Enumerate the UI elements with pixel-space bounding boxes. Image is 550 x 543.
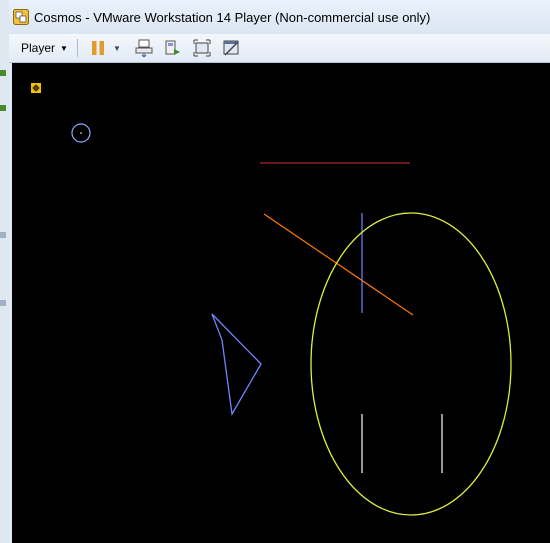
toolbar: Player ▼ ▼ [9, 34, 550, 63]
diagonal-line [263, 213, 414, 316]
triangle [211, 313, 262, 416]
title-bar[interactable]: Cosmos - VMware Workstation 14 Player (N… [9, 0, 550, 34]
background-mark [0, 105, 6, 111]
circle-center-dot [80, 132, 82, 134]
player-menu-label: Player [21, 41, 56, 55]
vmware-player-window: Cosmos - VMware Workstation 14 Player (N… [9, 0, 550, 543]
pause-icon[interactable] [89, 39, 107, 57]
full-screen-icon[interactable] [193, 39, 211, 57]
send-ctrl-alt-del-icon[interactable] [135, 39, 153, 57]
chevron-down-icon: ▼ [60, 43, 68, 53]
window-title: Cosmos - VMware Workstation 14 Player (N… [34, 10, 431, 25]
chevron-down-icon[interactable]: ▼ [113, 44, 121, 53]
background-mark [0, 300, 6, 306]
background-window-strip [0, 0, 9, 543]
cursor-icon [31, 83, 41, 93]
vm-canvas[interactable] [12, 63, 550, 543]
toolbar-separator [77, 39, 78, 57]
player-menu-button[interactable]: Player ▼ [17, 38, 72, 58]
vmware-app-icon [13, 9, 29, 25]
background-mark [0, 232, 6, 238]
background-mark [0, 70, 6, 76]
vm-display[interactable] [12, 63, 550, 543]
unity-icon[interactable] [222, 39, 240, 57]
removable-devices-icon[interactable] [164, 39, 182, 57]
large-ellipse [310, 212, 512, 516]
